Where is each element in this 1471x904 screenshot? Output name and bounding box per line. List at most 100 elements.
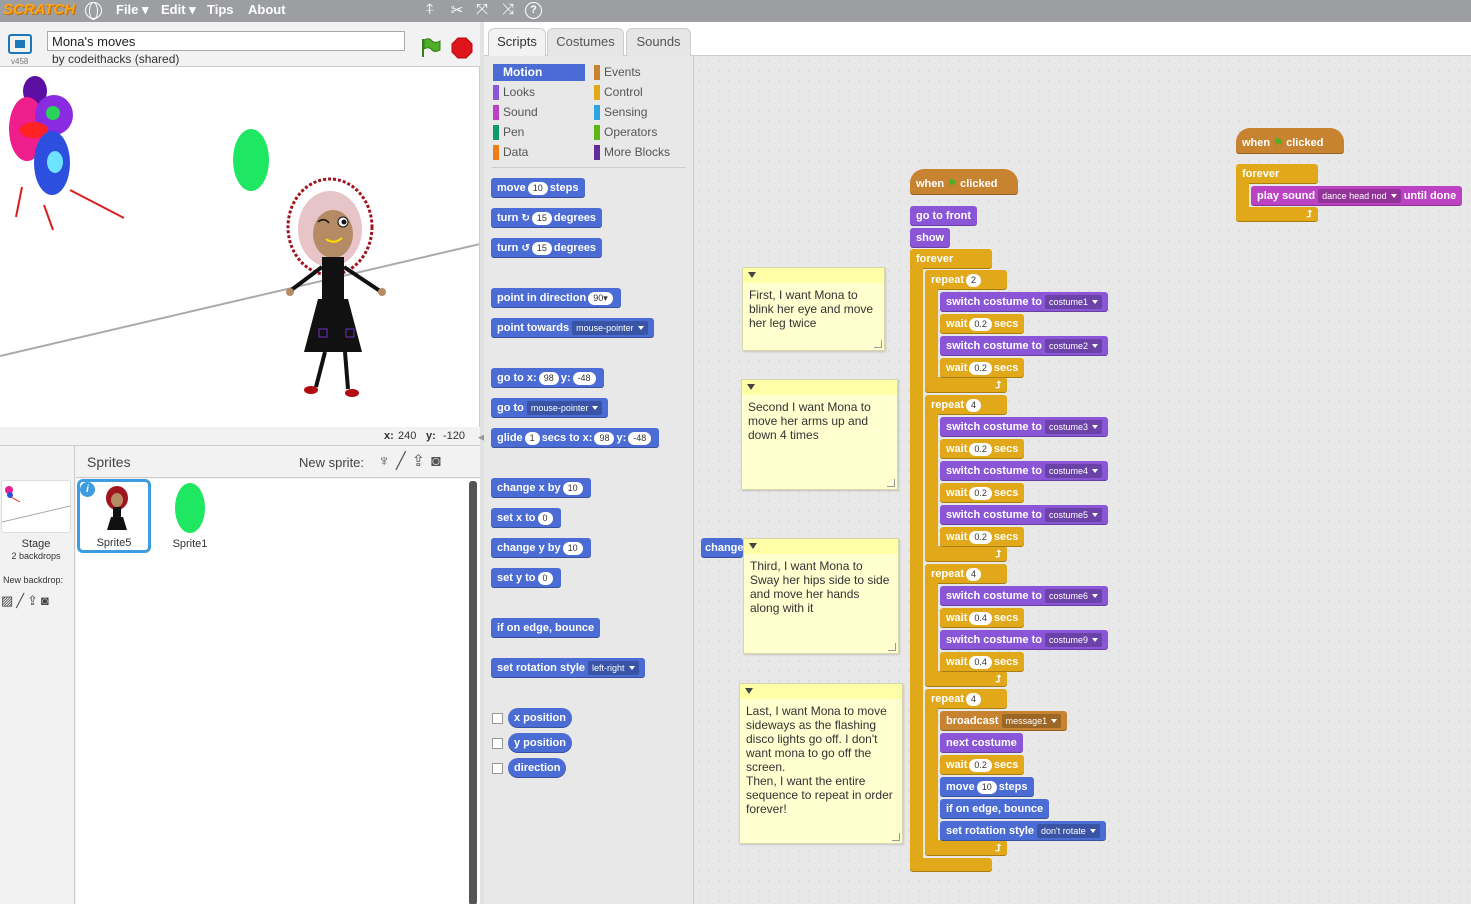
comment-text-1[interactable]: First, I want Mona to blink her eye and …	[743, 283, 884, 335]
block-switch-costume[interactable]: switch costume to costume6	[940, 586, 1108, 606]
presentation-mode-icon[interactable]	[8, 34, 32, 54]
block-change-y[interactable]: change y by 10	[491, 538, 591, 558]
help-icon[interactable]: ?	[525, 2, 542, 19]
comment-text-2[interactable]: Second I want Mona to move her arms up a…	[742, 395, 897, 447]
block-set-rotation-style[interactable]: set rotation style don't rotate	[940, 821, 1106, 841]
comment-text-4[interactable]: Last, I want Mona to move sideways as th…	[740, 699, 902, 821]
comment-text-3[interactable]: Third, I want Mona to Sway her hips side…	[744, 554, 898, 620]
block-repeat-4[interactable]: repeat 4	[925, 689, 1007, 709]
category-motion[interactable]: Motion	[493, 64, 585, 81]
x-position-checkbox[interactable]	[492, 713, 503, 724]
block-repeat-3[interactable]: repeat 4	[925, 564, 1007, 584]
tab-costumes[interactable]: Costumes	[547, 28, 624, 57]
block-wait[interactable]: wait 0.2 secs	[940, 358, 1025, 378]
comment-collapse-icon[interactable]	[744, 539, 898, 554]
block-change-x[interactable]: change x by 10	[491, 478, 591, 498]
block-glide[interactable]: glide 1 secs to x: 98 y: -48	[491, 428, 660, 448]
comment-note-2[interactable]: Second I want Mona to move her arms up a…	[741, 379, 898, 490]
stage-canvas[interactable]	[0, 67, 480, 427]
category-data[interactable]: Data	[493, 144, 585, 161]
green-flag-icon[interactable]	[419, 36, 441, 58]
project-title-input[interactable]	[47, 31, 405, 51]
block-repeat-1[interactable]: repeat 2	[925, 270, 1007, 290]
tab-scripts[interactable]: Scripts	[488, 28, 546, 58]
category-sound[interactable]: Sound	[493, 104, 585, 121]
block-point-towards[interactable]: point towards mouse-pointer	[491, 318, 654, 338]
block-if-on-edge-bounce[interactable]: if on edge, bounce	[491, 618, 601, 638]
block-switch-costume[interactable]: switch costume to costume1	[940, 292, 1108, 312]
block-go-to-front[interactable]: go to front	[910, 206, 977, 226]
block-repeat-2[interactable]: repeat 4	[925, 395, 1007, 415]
comment-resize-icon[interactable]	[887, 479, 895, 487]
hat-when-flag-clicked-2[interactable]: when ⚑ clicked	[1236, 128, 1344, 154]
comment-resize-icon[interactable]	[892, 833, 900, 841]
direction-checkbox[interactable]	[492, 763, 503, 774]
sprite-thumb-sprite1[interactable]: Sprite1	[153, 481, 227, 555]
menu-file[interactable]: File ▾	[116, 2, 149, 18]
block-next-costume[interactable]: next costume	[940, 733, 1023, 753]
comment-resize-icon[interactable]	[888, 643, 896, 651]
reporter-y-position[interactable]: y position	[508, 733, 572, 753]
block-move-steps[interactable]: move 10 steps	[491, 178, 585, 198]
category-pen[interactable]: Pen	[493, 124, 585, 141]
shrink-icon[interactable]: ⤨	[499, 1, 517, 18]
block-wait[interactable]: wait 0.2 secs	[940, 755, 1025, 775]
tab-sounds[interactable]: Sounds	[626, 28, 691, 57]
block-turn-left[interactable]: turn ↺ 15 degrees	[491, 238, 603, 258]
comment-collapse-icon[interactable]	[743, 268, 884, 283]
block-point-in-direction[interactable]: point in direction 90▾	[491, 288, 621, 308]
block-wait[interactable]: wait 0.4 secs	[940, 608, 1025, 628]
paint-backdrop-icon[interactable]: ╱	[16, 593, 27, 608]
comment-note-4[interactable]: Last, I want Mona to move sideways as th…	[739, 683, 903, 844]
upload-backdrop-icon[interactable]: ⇪	[27, 593, 41, 608]
block-broadcast[interactable]: broadcast message1	[940, 711, 1068, 731]
comment-collapse-icon[interactable]	[740, 684, 902, 699]
block-play-sound-until-done[interactable]: play sound dance head nod until done	[1251, 186, 1463, 206]
block-change-partial[interactable]: change	[701, 538, 744, 558]
block-set-y[interactable]: set y to 0	[491, 568, 561, 588]
block-forever[interactable]: forever	[910, 249, 992, 269]
category-operators[interactable]: Operators	[594, 124, 686, 141]
stop-sign-icon[interactable]	[451, 37, 473, 59]
block-if-on-edge-bounce[interactable]: if on edge, bounce	[940, 799, 1050, 819]
block-wait[interactable]: wait 0.4 secs	[940, 652, 1025, 672]
category-control[interactable]: Control	[594, 84, 686, 101]
category-events[interactable]: Events	[594, 64, 686, 81]
block-wait[interactable]: wait 0.2 secs	[940, 314, 1025, 334]
category-looks[interactable]: Looks	[493, 84, 585, 101]
block-turn-right[interactable]: turn ↻ 15 degrees	[491, 208, 603, 228]
block-switch-costume[interactable]: switch costume to costume2	[940, 336, 1108, 356]
grow-icon[interactable]: ⤧	[473, 1, 491, 18]
comment-note-3[interactable]: Third, I want Mona to Sway her hips side…	[743, 538, 899, 654]
paint-sprite-icon[interactable]: ╱	[396, 453, 412, 470]
comment-collapse-icon[interactable]	[742, 380, 897, 395]
camera-sprite-icon[interactable]: ◙	[431, 453, 447, 470]
block-go-to[interactable]: go to mouse-pointer	[491, 398, 609, 418]
choose-sprite-library-icon[interactable]: ♆	[378, 453, 396, 470]
menu-tips[interactable]: Tips	[207, 2, 234, 17]
reporter-direction[interactable]: direction	[508, 758, 567, 778]
block-forever-2[interactable]: forever	[1236, 164, 1318, 184]
comment-note-1[interactable]: First, I want Mona to blink her eye and …	[742, 267, 885, 351]
menu-edit[interactable]: Edit ▾	[161, 2, 196, 18]
duplicate-icon[interactable]: ⍏	[421, 1, 439, 18]
cut-icon[interactable]: ✂	[448, 1, 466, 19]
block-go-to-xy[interactable]: go to x: 98 y: -48	[491, 368, 604, 388]
scratch-logo[interactable]: SCRATCH	[3, 1, 75, 18]
block-wait[interactable]: wait 0.2 secs	[940, 483, 1025, 503]
block-wait[interactable]: wait 0.2 secs	[940, 439, 1025, 459]
sprite-thumb-sprite5[interactable]: i Sprite5	[77, 479, 151, 553]
comment-resize-icon[interactable]	[874, 340, 882, 348]
block-show[interactable]: show	[910, 228, 951, 248]
block-move-steps[interactable]: move 10 steps	[940, 777, 1034, 797]
block-switch-costume[interactable]: switch costume to costume3	[940, 417, 1108, 437]
sprite-list-scrollbar[interactable]	[469, 481, 477, 904]
category-more-blocks[interactable]: More Blocks	[594, 144, 686, 161]
block-set-rotation-style[interactable]: set rotation style left-right	[491, 658, 645, 678]
block-wait[interactable]: wait 0.2 secs	[940, 527, 1025, 547]
script-area[interactable]: First, I want Mona to blink her eye and …	[694, 56, 1471, 904]
menu-about[interactable]: About	[248, 2, 286, 17]
block-switch-costume[interactable]: switch costume to costume4	[940, 461, 1108, 481]
choose-backdrop-library-icon[interactable]: ▨	[1, 593, 16, 608]
category-sensing[interactable]: Sensing	[594, 104, 686, 121]
